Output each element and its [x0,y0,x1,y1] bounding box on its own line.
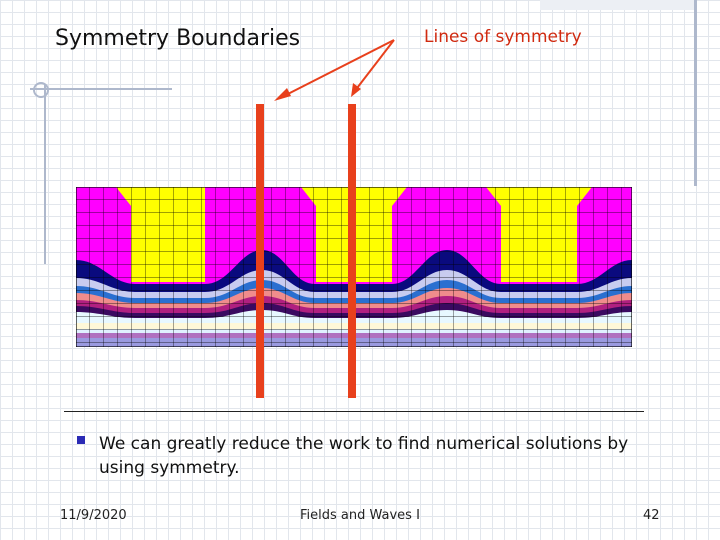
symmetry-line-left [256,104,264,398]
symmetry-line-right [348,104,356,398]
footer-date: 11/9/2020 [60,508,127,523]
arrowhead-left-icon [274,88,291,101]
footer-course: Fields and Waves I [300,508,420,523]
bullet-square-icon [77,436,85,444]
symmetry-figure [76,39,632,398]
callout-arrow-left [279,39,395,99]
bullet-text: We can greatly reduce the work to find n… [99,434,629,478]
footer-page-number: 42 [643,508,660,523]
callout-arrow-right [353,39,395,93]
content-divider [64,411,644,412]
